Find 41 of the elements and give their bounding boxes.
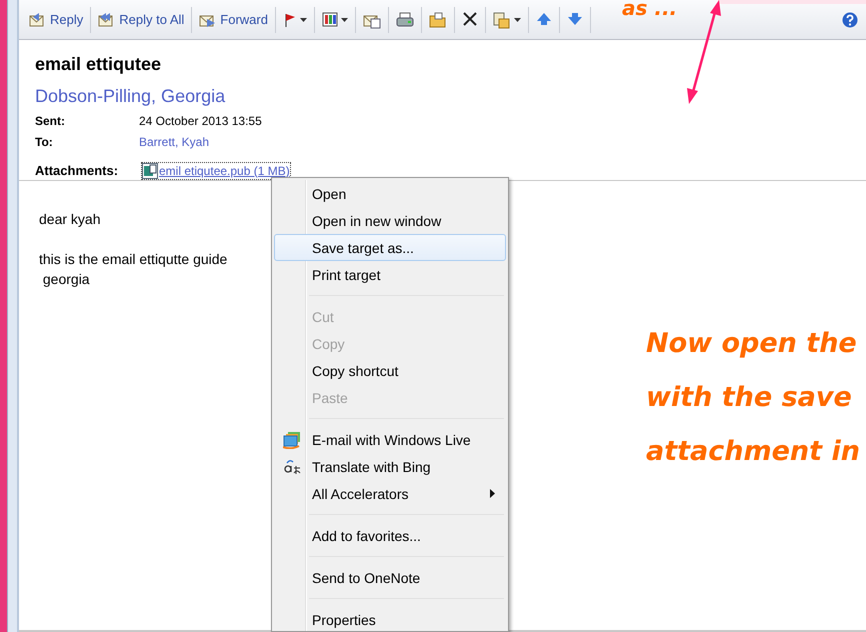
forward-button[interactable]: Forward <box>195 8 272 32</box>
file-icon <box>142 162 158 178</box>
field-label: Attachments: <box>35 163 120 178</box>
annotation-text: attachment in <box>646 435 860 469</box>
printer-icon <box>396 10 414 28</box>
windows-live-icon <box>283 430 301 448</box>
message-text: dear kyah <box>39 211 100 229</box>
caret-icon <box>514 18 521 22</box>
menu-item[interactable]: Open <box>274 180 506 207</box>
message-text: this is the email ettiqutte guide <box>39 251 228 269</box>
folder-icon <box>492 10 511 28</box>
folder-icon <box>428 10 447 28</box>
translate-icon <box>283 458 301 476</box>
field-label: To: <box>35 134 54 148</box>
message-text: georgia <box>42 271 90 289</box>
reply-button[interactable]: Reply <box>25 8 88 32</box>
annotation-text: as ... <box>622 0 678 18</box>
reply-all-button[interactable]: Reply to All <box>94 8 188 32</box>
menu-item[interactable]: Copy shortcut <box>274 357 506 384</box>
annotation-text: Now open the <box>646 327 858 361</box>
caret-icon <box>300 18 307 22</box>
menu-item[interactable]: Translate with Bing <box>274 453 506 480</box>
menu-item[interactable]: Open in new window <box>274 207 506 234</box>
menu-item[interactable]: E-mail with Windows Live <box>274 426 506 453</box>
field-value: 24 October 2013 13:55 <box>139 114 262 128</box>
field-label: Sent: <box>35 114 66 128</box>
menu-item[interactable]: Properties <box>274 606 506 631</box>
help-icon <box>842 12 858 28</box>
delete-icon <box>462 10 478 28</box>
color-bars-icon <box>322 10 338 28</box>
menu-item[interactable]: Add to favorites... <box>274 522 506 549</box>
caret-icon <box>340 18 348 22</box>
menu-item[interactable]: Print target <box>274 261 506 288</box>
menu-item[interactable]: Send to OneNote <box>274 564 506 591</box>
menu-item[interactable]: All Accelerators <box>274 480 506 507</box>
recipient-link[interactable]: Barrett, Kyah <box>139 134 210 148</box>
sender-name: Dobson-Pilling, Georgia <box>35 86 226 108</box>
annotation-text: with the save <box>646 381 853 415</box>
menu-item[interactable]: Save target as... <box>274 234 506 261</box>
submenu-arrow-icon <box>490 489 495 498</box>
message-subject: email ettiqutee <box>35 54 162 76</box>
